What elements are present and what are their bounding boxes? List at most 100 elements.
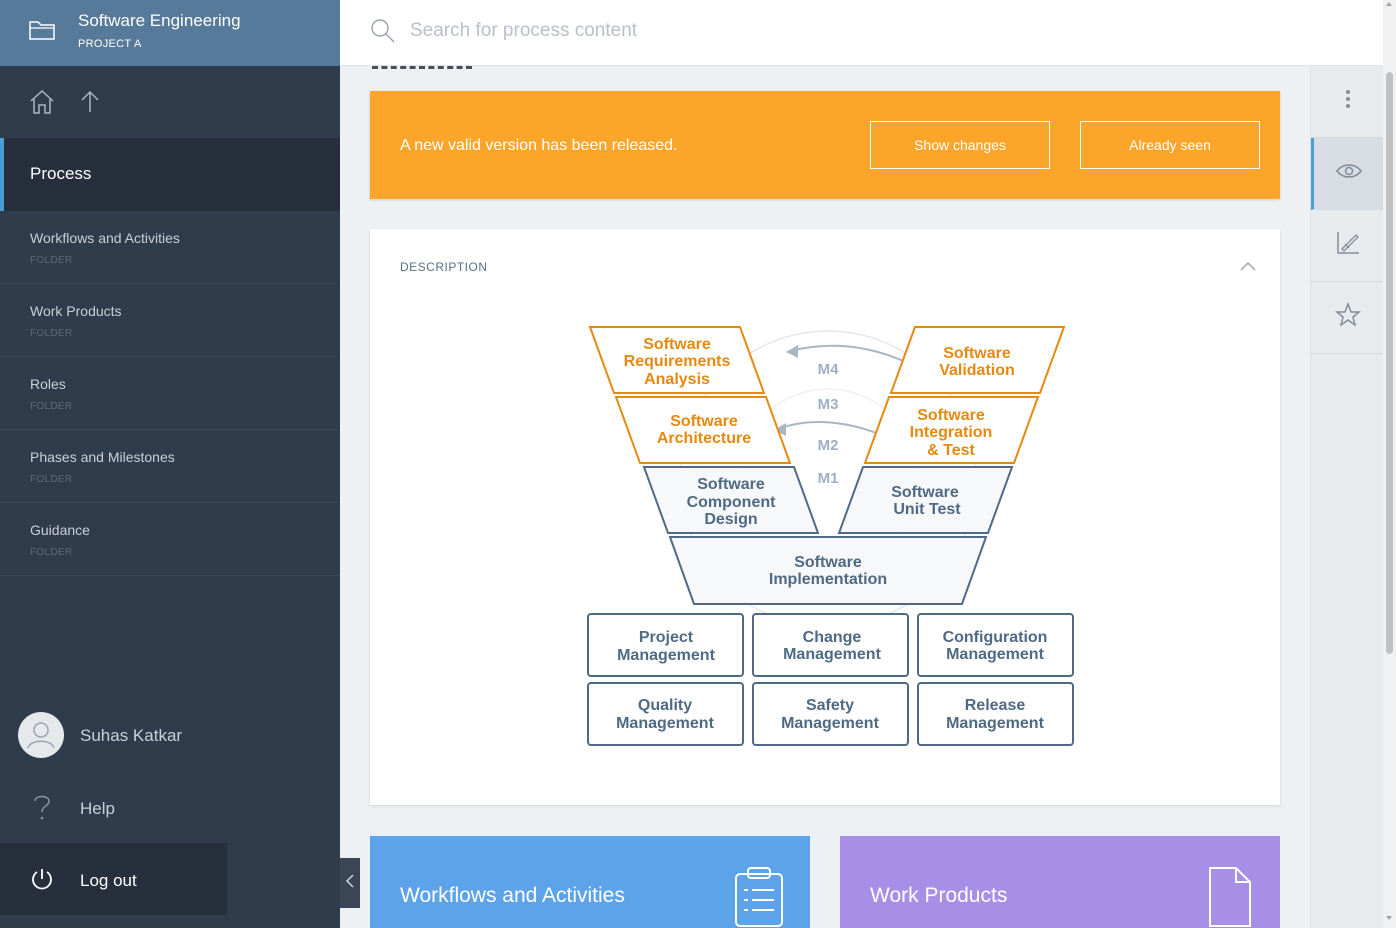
phase-component-design[interactable]: Software Component Design (642, 466, 820, 534)
project-subtitle: PROJECT A (78, 38, 142, 50)
description-card: DESCRIPTION M4 M3 M2 M1 Software Require… (370, 229, 1280, 805)
edit-chart-button[interactable] (1311, 210, 1384, 282)
folder-icon (28, 18, 56, 47)
sidebar-item-type: FOLDER (30, 474, 73, 485)
search-icon (370, 18, 396, 49)
chevron-up-icon[interactable] (1239, 259, 1257, 277)
logout-button[interactable]: Log out (0, 843, 227, 915)
svg-text:Integration: Integration (910, 424, 993, 441)
view-button[interactable] (1311, 138, 1384, 210)
sidebar-item-type: FOLDER (30, 255, 73, 266)
sidebar-toolbar (0, 66, 340, 138)
help-link[interactable]: Help (0, 779, 340, 839)
sidebar-item-label: Work Products (30, 303, 122, 319)
star-icon (1334, 301, 1361, 333)
collapse-sidebar-button[interactable] (340, 858, 360, 908)
milestone-label: M3 (818, 396, 839, 413)
sidebar-item-label: Roles (30, 376, 66, 392)
support-project-management[interactable]: Project Management (587, 613, 744, 677)
phase-validation[interactable]: Software Validation (889, 326, 1066, 394)
logout-label: Log out (80, 871, 137, 890)
scrollbar-thumb[interactable] (1386, 72, 1393, 654)
show-changes-button[interactable]: Show changes (870, 121, 1050, 169)
project-header[interactable]: Software Engineering PROJECT A (0, 0, 340, 66)
chart-edit-icon (1335, 230, 1361, 261)
sidebar-item-phases[interactable]: Phases and Milestones FOLDER (0, 430, 340, 503)
scroll-down-arrow[interactable] (1386, 916, 1392, 920)
sidebar-item-roles[interactable]: Roles FOLDER (0, 357, 340, 430)
svg-text:Implementation: Implementation (769, 571, 887, 588)
scroll-up-arrow[interactable] (1386, 2, 1392, 6)
sidebar: Software Engineering PROJECT A Process W… (0, 0, 340, 928)
svg-text:Configuration: Configuration (943, 629, 1048, 646)
svg-text:Software: Software (643, 336, 711, 353)
user-name: Suhas Katkar (80, 726, 183, 745)
sidebar-item-label: Workflows and Activities (30, 230, 180, 246)
svg-text:Validation: Validation (939, 362, 1015, 379)
question-mark-icon (32, 793, 52, 828)
banner-message: A new valid version has been released. (400, 137, 678, 154)
search-bar (340, 0, 1384, 66)
sidebar-item-type: FOLDER (30, 328, 73, 339)
right-rail (1310, 66, 1384, 928)
document-icon (1206, 864, 1254, 928)
cycle-arrow (789, 344, 911, 365)
milestone-label: M1 (818, 470, 839, 487)
svg-text:Software: Software (794, 554, 862, 571)
svg-text:Design: Design (704, 511, 757, 528)
sidebar-item-work-products[interactable]: Work Products FOLDER (0, 284, 340, 357)
svg-text:Change: Change (803, 629, 862, 646)
svg-text:Component: Component (687, 494, 777, 511)
scrollbar[interactable] (1383, 0, 1396, 928)
sidebar-item-workflows[interactable]: Workflows and Activities FOLDER (0, 211, 340, 284)
svg-text:Analysis: Analysis (644, 371, 710, 388)
search-input[interactable] (410, 14, 1010, 48)
support-safety-management[interactable]: Safety Management (752, 682, 909, 746)
svg-text:Release: Release (965, 697, 1026, 714)
help-label: Help (80, 799, 115, 818)
svg-text:Project: Project (639, 629, 694, 646)
sidebar-item-type: FOLDER (30, 547, 73, 558)
description-header: DESCRIPTION (400, 260, 488, 274)
tile-workflows-activities[interactable]: Workflows and Activities (370, 836, 810, 928)
favorite-button[interactable] (1311, 282, 1384, 354)
page-title-fragment (372, 66, 472, 69)
support-configuration-management[interactable]: Configuration Management (917, 613, 1074, 677)
milestone-label: M4 (818, 361, 839, 378)
tile-label: Work Products (870, 884, 1008, 907)
svg-text:Management: Management (946, 715, 1044, 732)
sidebar-item-label: Phases and Milestones (30, 449, 175, 465)
clipboard-list-icon (732, 864, 786, 928)
arrow-up-icon[interactable] (78, 88, 102, 121)
svg-text:Unit Test: Unit Test (893, 501, 961, 518)
arrowhead (786, 345, 798, 358)
sidebar-item-label: Process (30, 164, 92, 183)
sidebar-item-guidance[interactable]: Guidance FOLDER (0, 503, 340, 576)
sidebar-item-label: Guidance (30, 522, 90, 538)
svg-text:Safety: Safety (806, 697, 854, 714)
cycle-arrow (777, 421, 887, 438)
sidebar-item-process[interactable]: Process (0, 138, 340, 211)
eye-icon (1335, 162, 1363, 185)
svg-text:Software: Software (670, 413, 738, 430)
already-seen-button[interactable]: Already seen (1080, 121, 1260, 169)
phase-requirements-analysis[interactable]: Software Requirements Analysis (588, 326, 766, 394)
tile-work-products[interactable]: Work Products (840, 836, 1280, 928)
phase-unit-test[interactable]: Software Unit Test (837, 466, 1014, 534)
sidebar-item-type: FOLDER (30, 401, 73, 412)
phase-implementation[interactable]: Software Implementation (668, 536, 988, 605)
chevron-left-icon (345, 873, 355, 894)
svg-text:Architecture: Architecture (657, 430, 751, 447)
support-change-management[interactable]: Change Management (752, 613, 909, 677)
svg-text:Software: Software (917, 407, 985, 424)
support-quality-management[interactable]: Quality Management (587, 682, 744, 746)
phase-architecture[interactable]: Software Architecture (614, 396, 792, 464)
svg-text:Management: Management (781, 715, 879, 732)
support-release-management[interactable]: Release Management (917, 682, 1074, 746)
svg-text:Management: Management (617, 647, 715, 664)
more-options-button[interactable] (1311, 66, 1384, 138)
user-profile[interactable]: Suhas Katkar (0, 697, 340, 773)
tile-label: Workflows and Activities (400, 884, 625, 907)
phase-integration-test[interactable]: Software Integration & Test (863, 396, 1040, 464)
home-icon[interactable] (28, 88, 56, 121)
